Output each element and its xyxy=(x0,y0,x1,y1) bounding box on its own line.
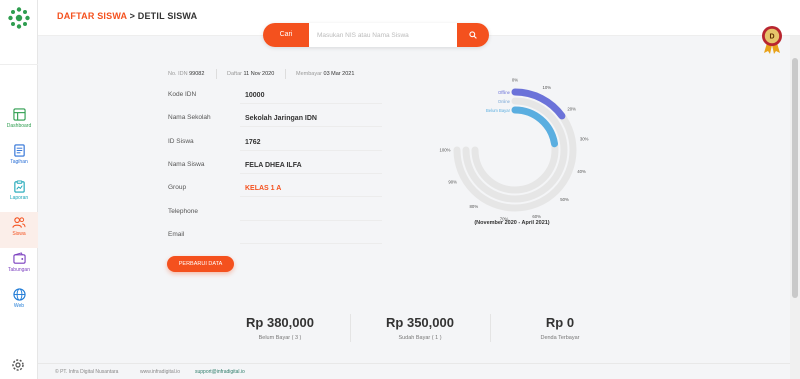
search-input[interactable] xyxy=(309,23,457,47)
breadcrumb-parent-link[interactable]: DAFTAR SISWA xyxy=(57,11,127,21)
radial-series-label: Belum Bayar xyxy=(486,108,511,113)
footer-email-link[interactable]: support@infradigital.io xyxy=(195,369,245,375)
sidebar-item-label: Tabungan xyxy=(8,267,30,273)
field-divider xyxy=(240,220,382,221)
sidebar-divider xyxy=(0,64,38,65)
radial-scale-label: 90% xyxy=(448,179,457,184)
field-value-kode-idn: 10000 xyxy=(245,92,265,99)
dashboard-icon xyxy=(12,108,26,121)
sidebar-item-label: Tagihan xyxy=(10,159,28,165)
sidebar-item-label: Laporan xyxy=(9,195,29,201)
summary-value: Rp 350,000 xyxy=(386,315,454,330)
meta-separator xyxy=(285,69,286,79)
radial-scale-label: 80% xyxy=(470,204,479,209)
field-divider xyxy=(240,103,382,104)
sidebar-item-dashboard[interactable]: Dashboard xyxy=(0,104,38,140)
footer-website-link[interactable]: www.infradigital.io xyxy=(140,369,180,375)
radial-scale-label: 100% xyxy=(440,148,451,153)
search-button[interactable]: Cari xyxy=(263,23,309,47)
field-label-nama-sekolah: Nama Sekolah xyxy=(168,114,211,121)
field-value-nama-siswa: FELA DHEA ILFA xyxy=(245,162,302,169)
scroll-thumb[interactable] xyxy=(792,58,798,298)
field-label-nama-siswa: Nama Siswa xyxy=(168,161,205,168)
summary-label: Denda Terbayar xyxy=(540,335,580,341)
radial-series-label: Online xyxy=(498,99,511,104)
radial-scale-label: 50% xyxy=(560,197,569,202)
sidebar-item-web[interactable]: Web xyxy=(0,284,38,320)
meta-no-idn: No. IDN 99082 xyxy=(168,71,204,77)
radial-chart: Offline Online Belum Bayar 0% 10% 20% 30% 40% 50… xyxy=(435,70,595,230)
field-divider xyxy=(240,150,382,151)
meta-daftar: Daftar 11 Nov 2020 xyxy=(227,71,274,77)
field-value-nama-sekolah: Sekolah Jaringan IDN xyxy=(245,115,317,122)
wallet-icon xyxy=(12,252,26,264)
field-label-email: Email xyxy=(168,231,185,238)
summary-sudah-bayar: Rp 350,000 Sudah Bayar ( 1 ) xyxy=(350,310,490,344)
scrollbar[interactable] xyxy=(790,36,800,379)
search-icon xyxy=(469,31,477,39)
globe-icon xyxy=(12,288,26,301)
meta-no-idn-value: 99082 xyxy=(189,71,205,77)
sidebar-item-tagihan[interactable]: Tagihan xyxy=(0,140,38,176)
radial-scale-label: 0% xyxy=(512,78,518,83)
chart-caption: (November 2020 - April 2021) xyxy=(474,220,550,226)
field-label-id-siswa: ID Siswa xyxy=(168,138,194,145)
field-label-telephone: Telephone xyxy=(168,208,198,215)
meta-membayar-label: Membayar xyxy=(296,71,322,77)
field-divider xyxy=(240,243,382,244)
radial-track xyxy=(462,97,568,203)
footer: © PT. Infra Digital Nusantara www.infrad… xyxy=(38,363,790,379)
summary-value: Rp 0 xyxy=(545,315,575,330)
radial-scale-label: 40% xyxy=(577,169,586,174)
meta-no-idn-label: No. IDN xyxy=(168,71,188,77)
radial-series-label: Offline xyxy=(498,90,511,95)
invoice-icon xyxy=(13,144,25,157)
gear-icon[interactable] xyxy=(11,358,25,372)
meta-daftar-label: Daftar xyxy=(227,71,242,77)
sidebar-item-label: Web xyxy=(13,303,25,309)
meta-separator xyxy=(216,69,217,79)
search-bar: Cari xyxy=(263,23,489,47)
sidebar-item-laporan[interactable]: Laporan xyxy=(0,176,38,212)
radial-scale-label: 30% xyxy=(580,137,589,142)
radial-chart-svg: Offline Online Belum Bayar 0% 10% 20% 30% 40% 50… xyxy=(440,78,589,222)
field-divider xyxy=(240,196,382,197)
radial-scale-label: 10% xyxy=(542,85,551,90)
sidebar: Dashboard Tagihan Laporan Siswa Tabungan… xyxy=(0,0,38,379)
sidebar-item-tabungan[interactable]: Tabungan xyxy=(0,248,38,284)
sidebar-item-label: Dashboard xyxy=(6,123,32,129)
meta-membayar: Membayar 03 Mar 2021 xyxy=(296,71,354,77)
profile-badge-initial: D xyxy=(769,34,774,41)
summary-value: Rp 380,000 xyxy=(246,315,314,330)
field-label-group: Group xyxy=(168,184,187,191)
summary-belum-bayar: Rp 380,000 Belum Bayar ( 3 ) xyxy=(210,310,350,344)
summary-denda: Rp 0 Denda Terbayar xyxy=(490,310,630,344)
meta-membayar-value: 03 Mar 2021 xyxy=(323,71,355,77)
footer-copyright: © PT. Infra Digital Nusantara xyxy=(55,369,119,375)
breadcrumb-separator: > xyxy=(129,11,136,21)
sidebar-item-siswa[interactable]: Siswa xyxy=(0,212,38,248)
report-icon xyxy=(13,180,25,193)
field-divider xyxy=(240,126,382,127)
update-data-button[interactable]: PERBARUI DATA xyxy=(167,256,234,272)
radial-scale-label: 60% xyxy=(532,214,541,219)
field-value-id-siswa: 1762 xyxy=(245,139,261,146)
summary-label: Belum Bayar ( 3 ) xyxy=(258,335,302,341)
radial-scale-label: 20% xyxy=(567,106,576,111)
summary-label: Sudah Bayar ( 1 ) xyxy=(398,335,442,341)
payment-summary: Rp 380,000 Belum Bayar ( 3 ) Rp 350,000 … xyxy=(210,310,630,344)
profile-badge[interactable]: D xyxy=(760,25,784,55)
meta-daftar-value: 11 Nov 2020 xyxy=(243,71,275,77)
logo-icon[interactable] xyxy=(7,6,31,30)
breadcrumb: DAFTAR SISWA > DETIL SISWA xyxy=(57,11,197,21)
users-icon xyxy=(12,217,26,228)
search-submit-button[interactable] xyxy=(457,23,489,47)
field-divider xyxy=(240,173,382,174)
sidebar-item-label: Siswa xyxy=(12,231,26,237)
breadcrumb-current: DETIL SISWA xyxy=(137,11,198,21)
field-label-kode-idn: Kode IDN xyxy=(168,91,197,98)
field-value-group: KELAS 1 A xyxy=(245,185,282,192)
